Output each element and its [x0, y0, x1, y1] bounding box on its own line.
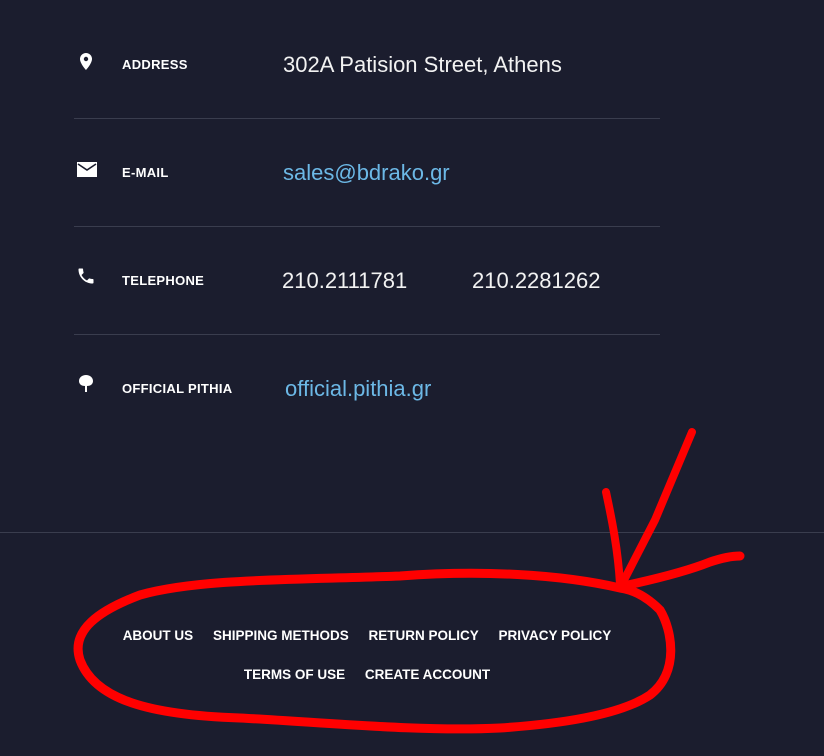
- contact-row-pithia: OFFICIAL PITHIA official.pithia.gr: [74, 334, 660, 442]
- footer-link-terms-of-use[interactable]: TERMS OF USE: [244, 667, 345, 682]
- address-value: 302A Patision Street, Athens: [283, 52, 562, 77]
- tree-icon: [76, 374, 96, 394]
- footer-link-privacy-policy[interactable]: PRIVACY POLICY: [499, 628, 612, 643]
- contact-row-email: E-MAIL sales@bdrako.gr: [74, 118, 660, 227]
- telephone-label: TELEPHONE: [122, 273, 205, 288]
- footer-divider: [0, 532, 824, 533]
- footer-link-return-policy[interactable]: RETURN POLICY: [368, 628, 478, 643]
- envelope-icon: [76, 160, 97, 180]
- email-label: E-MAIL: [122, 165, 169, 180]
- footer-nav-row-2: TERMS OF USE CREATE ACCOUNT: [74, 667, 660, 682]
- footer-link-shipping-methods[interactable]: SHIPPING METHODS: [213, 628, 349, 643]
- pithia-label: OFFICIAL PITHIA: [122, 381, 233, 396]
- address-label: ADDRESS: [122, 57, 188, 72]
- footer-nav-row-1: ABOUT US SHIPPING METHODS RETURN POLICY …: [74, 628, 660, 643]
- telephone-1[interactable]: 210.2111781: [282, 268, 407, 294]
- pithia-link[interactable]: official.pithia.gr: [285, 376, 431, 402]
- map-pin-icon: [76, 52, 96, 72]
- footer-link-about-us[interactable]: ABOUT US: [123, 628, 194, 643]
- phone-icon: [76, 266, 96, 286]
- email-link[interactable]: sales@bdrako.gr: [283, 160, 450, 186]
- telephone-2[interactable]: 210.2281262: [472, 268, 600, 294]
- contact-row-address: ADDRESS 302A Patision Street, Athens: [74, 10, 660, 119]
- footer-link-create-account[interactable]: CREATE ACCOUNT: [365, 667, 490, 682]
- contact-row-telephone: TELEPHONE 210.2111781 210.2281262: [74, 226, 660, 335]
